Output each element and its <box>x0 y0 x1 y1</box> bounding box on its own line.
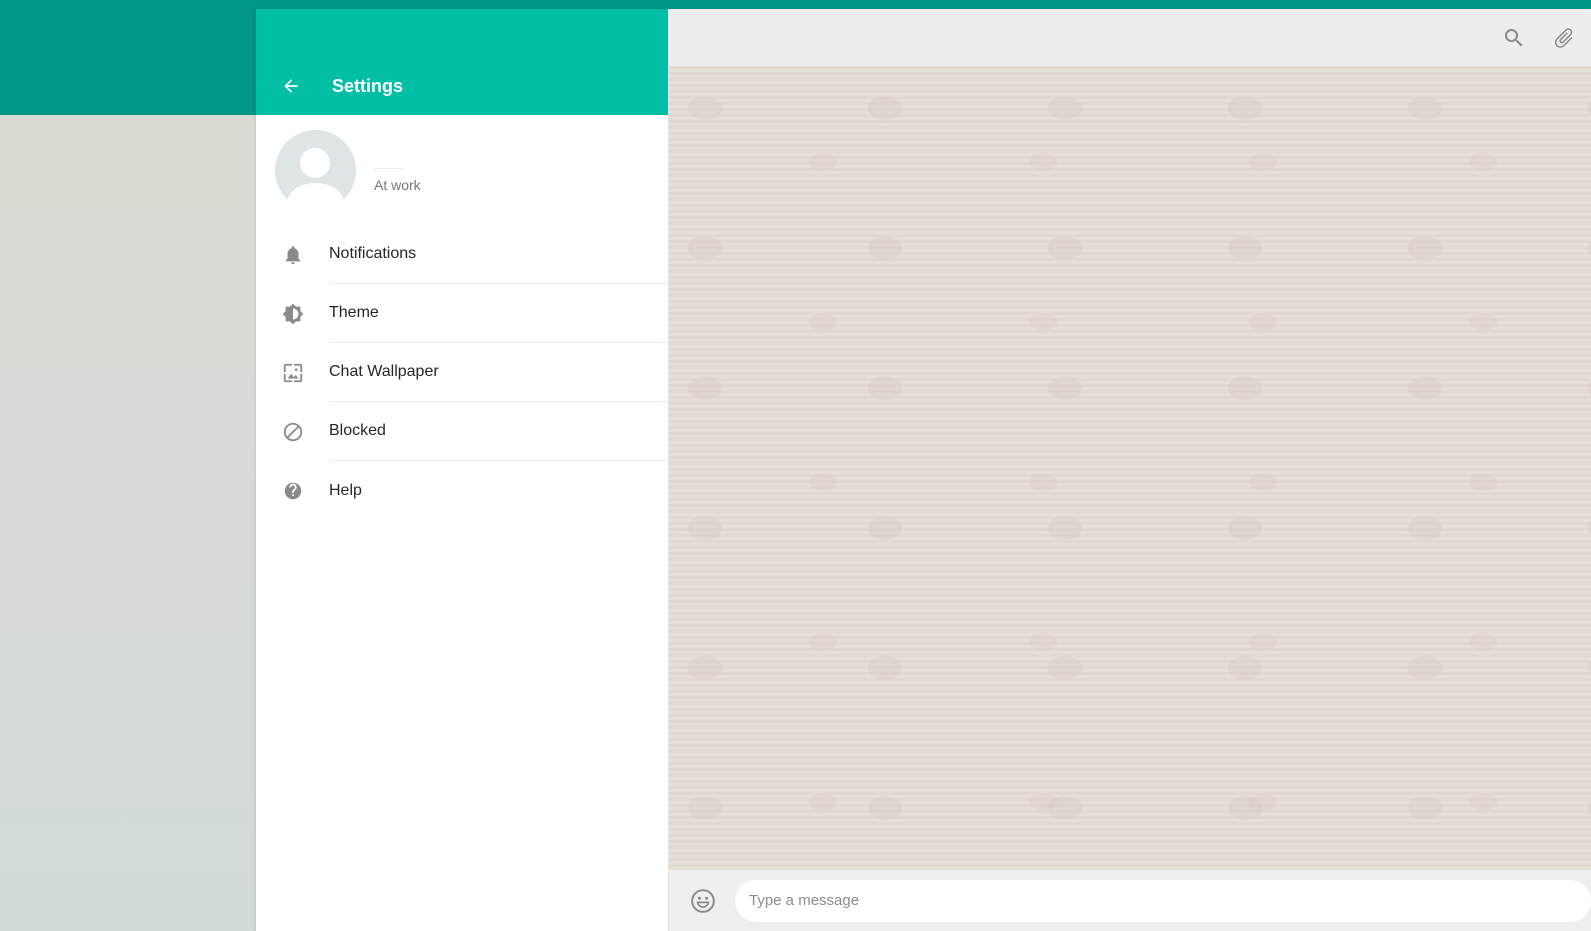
menu-item-label: Blocked <box>329 402 668 461</box>
emoji-icon <box>691 888 715 913</box>
message-input[interactable] <box>735 879 1591 922</box>
menu-item-notifications[interactable]: Notifications <box>256 225 668 284</box>
bell-icon <box>285 245 300 264</box>
menu-item-theme[interactable]: Theme <box>256 284 668 343</box>
settings-drawer: Settings At work Notifications Theme Cha… <box>256 9 669 931</box>
avatar[interactable] <box>275 129 356 211</box>
default-avatar-icon <box>300 147 330 178</box>
search-icon <box>1505 28 1523 46</box>
profile-status[interactable]: At work <box>374 177 421 193</box>
chat-messages-area[interactable] <box>669 66 1591 870</box>
avatar-body-shape <box>287 182 344 211</box>
drawer-header: Settings <box>256 9 668 115</box>
settings-menu: Notifications Theme Chat Wallpaper Block… <box>256 225 668 520</box>
brightness-icon <box>282 303 303 324</box>
paperclip-icon <box>1554 27 1573 48</box>
profile-name-placeholder <box>374 167 404 169</box>
emoji-button[interactable] <box>689 887 717 915</box>
wallpaper-icon <box>283 363 302 382</box>
menu-item-blocked[interactable]: Blocked <box>256 402 668 461</box>
help-icon <box>284 482 301 499</box>
chat-header <box>669 9 1591 66</box>
app-window: Settings At work Notifications Theme Cha… <box>256 9 1591 931</box>
menu-item-label: Theme <box>329 284 668 343</box>
menu-item-chat-wallpaper[interactable]: Chat Wallpaper <box>256 343 668 402</box>
menu-item-label: Chat Wallpaper <box>329 343 668 402</box>
menu-item-help[interactable]: Help <box>256 461 668 520</box>
message-composer <box>669 870 1591 931</box>
drawer-title: Settings <box>332 76 404 96</box>
chat-panel <box>669 9 1591 931</box>
profile-section: At work <box>256 115 668 225</box>
menu-item-label: Notifications <box>329 225 668 284</box>
arrow-left-icon <box>284 79 298 93</box>
menu-item-label: Help <box>329 481 362 499</box>
profile-info: At work <box>374 167 421 193</box>
attach-button[interactable] <box>1551 25 1577 51</box>
search-button[interactable] <box>1501 25 1527 51</box>
block-icon <box>283 422 302 441</box>
back-button[interactable] <box>280 75 302 97</box>
